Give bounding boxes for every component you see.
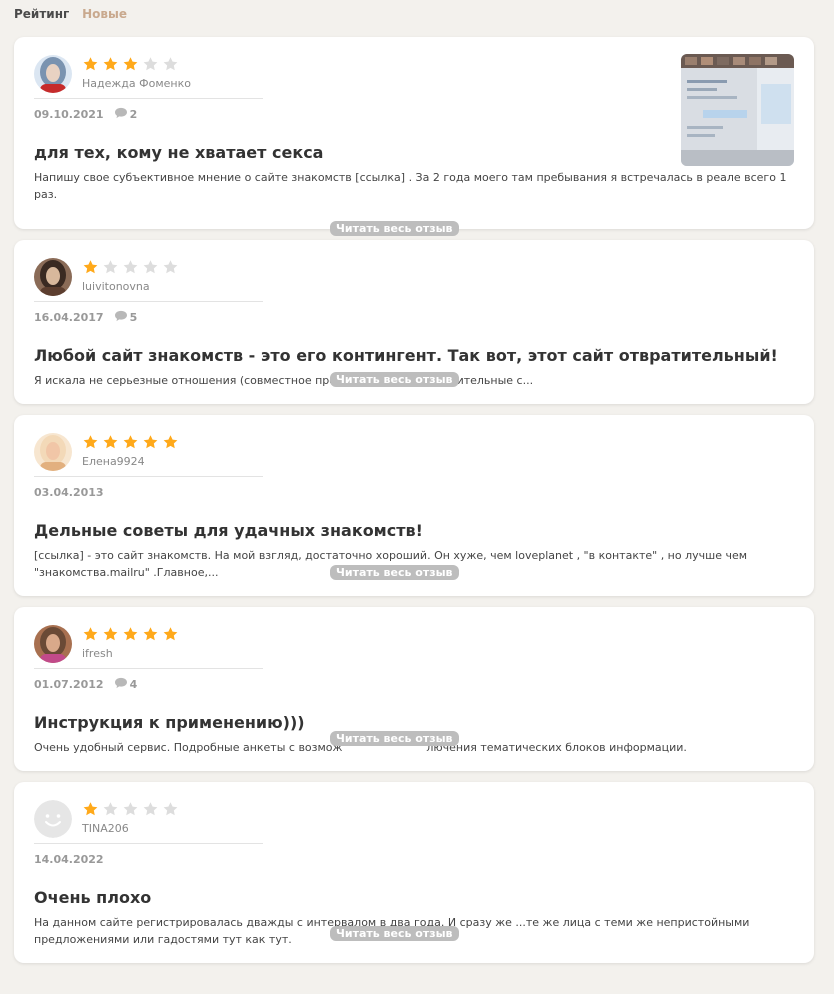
divider: [34, 843, 263, 844]
tab-new[interactable]: Новые: [82, 7, 127, 21]
review-list: Надежда Фоменко 09.10.2021 2 для тех, ко…: [14, 37, 814, 974]
star-filled-icon: [162, 626, 182, 642]
read-more-button[interactable]: Читать весь отзыв: [330, 221, 459, 236]
comment-icon: [114, 310, 130, 325]
star-empty-icon: [122, 259, 142, 275]
review-title[interactable]: Дельные советы для удачных знакомств!: [34, 521, 794, 540]
star-filled-icon: [82, 434, 102, 450]
author-name[interactable]: TINA206: [82, 822, 129, 835]
avatar[interactable]: [34, 433, 72, 471]
star-empty-icon: [102, 801, 122, 817]
author-name[interactable]: Надежда Фоменко: [82, 77, 191, 90]
read-more-button[interactable]: Читать весь отзыв: [330, 731, 459, 746]
rating-stars: [82, 259, 182, 275]
divider: [34, 668, 263, 669]
review-meta: 14.04.2022: [34, 852, 794, 866]
avatar[interactable]: [34, 800, 72, 838]
review-photo-thumbnail[interactable]: [681, 54, 794, 166]
review-header: luivitonovna: [34, 258, 794, 296]
star-filled-icon: [122, 434, 142, 450]
read-more-button[interactable]: Читать весь отзыв: [330, 565, 459, 580]
review-snippet-line: [ссылка] - это сайт знакомств. На мой вз…: [34, 549, 748, 562]
review-title[interactable]: Очень плохо: [34, 888, 794, 907]
review-title[interactable]: для тех, кому не хватает секса: [34, 143, 794, 162]
rating-stars: [82, 56, 182, 72]
review-meta: 03.04.2013: [34, 485, 794, 499]
review-date: 03.04.2013: [34, 485, 104, 499]
review-date: 14.04.2022: [34, 852, 104, 866]
star-filled-icon: [82, 626, 102, 642]
review-snippet-line: раз.: [34, 188, 58, 201]
star-empty-icon: [162, 259, 182, 275]
star-filled-icon: [82, 801, 102, 817]
comment-count: 2: [114, 107, 137, 122]
star-empty-icon: [122, 801, 142, 817]
review-meta: 16.04.2017 5: [34, 310, 794, 324]
review-card: luivitonovna 16.04.2017 5 Любой сайт зна…: [14, 240, 814, 404]
review-title[interactable]: Любой сайт знакомств - это его континген…: [34, 346, 794, 365]
review-meta: 09.10.2021 2: [34, 107, 794, 121]
rating-stars: [82, 801, 182, 817]
star-filled-icon: [162, 434, 182, 450]
review-date: 01.07.2012: [34, 677, 104, 691]
star-empty-icon: [162, 801, 182, 817]
star-filled-icon: [102, 56, 122, 72]
star-filled-icon: [82, 259, 102, 275]
review-card: TINA206 14.04.2022 Очень плохо На данном…: [14, 782, 814, 963]
read-more-button[interactable]: Читать весь отзыв: [330, 926, 459, 941]
author-name[interactable]: Елена9924: [82, 455, 145, 468]
review-snippet-line: Напишу свое субъективное мнение о сайте …: [34, 171, 787, 184]
tab-rating[interactable]: Рейтинг: [14, 7, 69, 21]
rating-stars: [82, 626, 182, 642]
comment-count: 5: [114, 310, 137, 325]
read-more-button[interactable]: Читать весь отзыв: [330, 372, 459, 387]
review-card: Елена9924 03.04.2013 Дельные советы для …: [14, 415, 814, 596]
avatar[interactable]: [34, 258, 72, 296]
star-filled-icon: [142, 434, 162, 450]
review-snippet: Напишу свое субъективное мнение о сайте …: [34, 169, 794, 203]
star-empty-icon: [142, 259, 162, 275]
review-header: Надежда Фоменко: [34, 55, 794, 93]
star-filled-icon: [102, 434, 122, 450]
review-header: Елена9924: [34, 433, 794, 471]
review-card: ifresh 01.07.2012 4 Инструкция к примене…: [14, 607, 814, 771]
review-header: TINA206: [34, 800, 794, 838]
star-empty-icon: [102, 259, 122, 275]
divider: [34, 301, 263, 302]
review-title[interactable]: Инструкция к применению))): [34, 713, 794, 732]
comment-count: 4: [114, 677, 137, 692]
star-empty-icon: [162, 56, 182, 72]
author-name[interactable]: ifresh: [82, 647, 113, 660]
author-name[interactable]: luivitonovna: [82, 280, 150, 293]
divider: [34, 98, 263, 99]
review-meta: 01.07.2012 4: [34, 677, 794, 691]
review-date: 16.04.2017: [34, 310, 104, 324]
comment-icon: [114, 107, 130, 122]
star-filled-icon: [102, 626, 122, 642]
comment-icon: [114, 677, 130, 692]
avatar[interactable]: [34, 625, 72, 663]
review-tabs: Рейтинг Новые: [14, 7, 136, 21]
star-filled-icon: [142, 626, 162, 642]
star-filled-icon: [122, 56, 142, 72]
star-filled-icon: [82, 56, 102, 72]
avatar[interactable]: [34, 55, 72, 93]
star-empty-icon: [142, 801, 162, 817]
review-card: Надежда Фоменко 09.10.2021 2 для тех, ко…: [14, 37, 814, 236]
review-date: 09.10.2021: [34, 107, 104, 121]
review-header: ifresh: [34, 625, 794, 663]
rating-stars: [82, 434, 182, 450]
star-filled-icon: [122, 626, 142, 642]
divider: [34, 476, 263, 477]
star-empty-icon: [142, 56, 162, 72]
